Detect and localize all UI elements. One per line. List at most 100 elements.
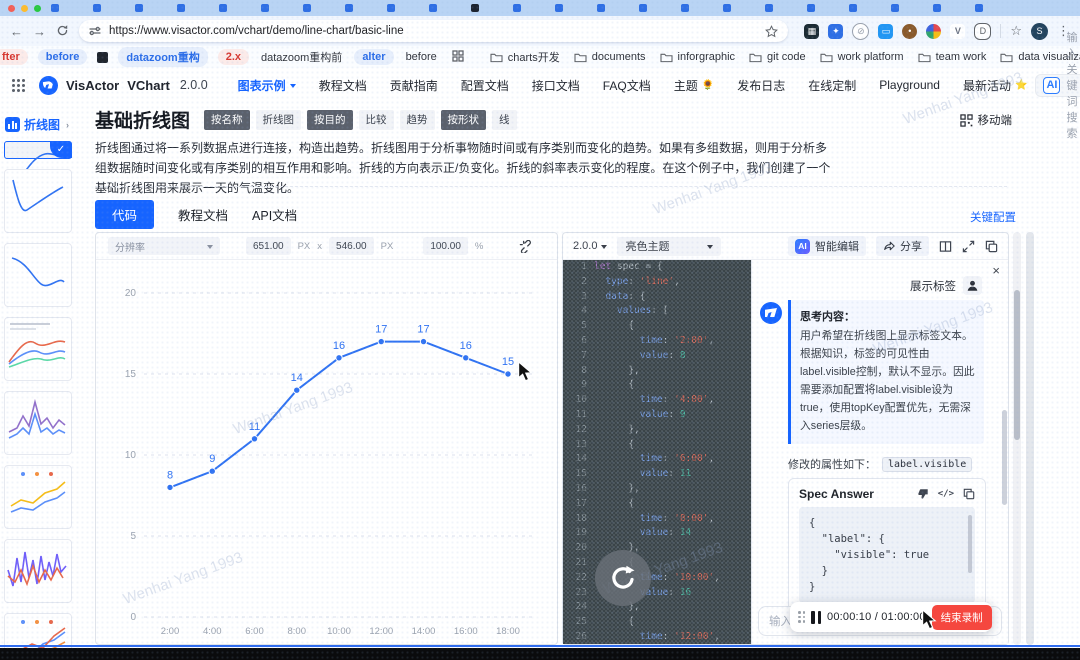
- unlink-icon[interactable]: [519, 239, 532, 253]
- browser-tab-favicon[interactable]: [219, 4, 227, 12]
- browser-tab-favicon[interactable]: [303, 4, 311, 12]
- extension-icon[interactable]: ▦: [804, 23, 820, 39]
- code-scrollbar[interactable]: [968, 515, 972, 573]
- nav-item[interactable]: 贡献指南: [390, 77, 438, 94]
- panel-scrollbar[interactable]: [1002, 300, 1007, 505]
- forward-icon[interactable]: →: [33, 25, 46, 38]
- view-code-icon[interactable]: </>: [938, 489, 954, 499]
- sidebar-category-line-chart[interactable]: 折线图 ›: [0, 102, 88, 141]
- browser-tab-favicon[interactable]: [891, 4, 899, 12]
- chart-thumbnail[interactable]: [4, 317, 72, 381]
- nav-item[interactable]: 在线定制: [808, 77, 856, 94]
- nav-item[interactable]: FAQ文档: [603, 77, 651, 94]
- cookie-extension-icon[interactable]: •: [902, 23, 918, 39]
- tag-value[interactable]: 线: [492, 109, 517, 130]
- chart-thumbnail[interactable]: [4, 391, 72, 455]
- fullscreen-icon[interactable]: [962, 240, 975, 253]
- extension-icon[interactable]: [926, 23, 942, 39]
- browser-tab-favicon[interactable]: [597, 4, 605, 12]
- spec-code-block[interactable]: { "label": { "visible": true } }: [799, 507, 975, 603]
- bookmark-item[interactable]: 2.x: [217, 49, 249, 65]
- favorites-icon[interactable]: ☆: [1010, 23, 1022, 39]
- bookmark-item[interactable]: before: [37, 49, 88, 65]
- extension-icon[interactable]: D: [974, 22, 992, 40]
- ai-edit-button[interactable]: AI 智能编辑: [788, 236, 866, 256]
- product-name[interactable]: VChart: [127, 78, 170, 93]
- profile-avatar[interactable]: S: [1031, 22, 1048, 40]
- browser-tab-favicon[interactable]: [345, 4, 353, 12]
- chart-thumbnail[interactable]: [4, 539, 72, 603]
- bookmark-item[interactable]: datazoom重构: [118, 47, 208, 67]
- width-input[interactable]: 651.00: [246, 237, 291, 255]
- chart-thumbnail[interactable]: [4, 243, 72, 307]
- thumbs-down-icon[interactable]: [917, 488, 929, 500]
- nav-item[interactable]: 配置文档: [461, 77, 509, 94]
- pause-icon[interactable]: [811, 610, 821, 624]
- nav-item[interactable]: 主题 🌻: [674, 77, 714, 94]
- visactor-logo[interactable]: [39, 75, 58, 95]
- copy-icon[interactable]: [985, 240, 998, 253]
- nav-item[interactable]: 图表示例: [238, 77, 296, 94]
- share-button[interactable]: 分享: [876, 236, 929, 256]
- browser-tab-favicon[interactable]: [639, 4, 647, 12]
- bookmark-item[interactable]: datazoom重构前: [259, 47, 344, 67]
- bookmark-folder[interactable]: documents: [574, 51, 646, 63]
- browser-tab-favicon[interactable]: [177, 4, 185, 12]
- bookmark-folder[interactable]: team work: [918, 51, 986, 63]
- browser-tab-favicon[interactable]: [261, 4, 269, 12]
- chart-canvas[interactable]: 0 5 10 15 20 2:00 4:00 6:00 8:00 10:00 12:00 14:00 1…: [96, 260, 651, 644]
- chart-thumbnail[interactable]: [4, 169, 72, 233]
- browser-tab-favicon[interactable]: [849, 4, 857, 12]
- resolution-select[interactable]: 分辨率: [108, 237, 220, 255]
- browser-tab-favicon[interactable]: [513, 4, 521, 12]
- zoom-input[interactable]: 100.00: [423, 237, 468, 255]
- url-text[interactable]: https://www.visactor.com/vchart/demo/lin…: [109, 25, 757, 37]
- height-input[interactable]: 546.00: [329, 237, 374, 255]
- reload-icon[interactable]: [56, 24, 69, 39]
- nav-item[interactable]: 教程文档: [319, 77, 367, 94]
- apps-grid-icon[interactable]: [452, 49, 464, 65]
- extension-icon[interactable]: ✦: [828, 23, 844, 39]
- browser-tab-favicon[interactable]: [555, 4, 563, 12]
- tab-tutorial[interactable]: 教程文档: [178, 200, 228, 229]
- theme-select[interactable]: 亮色主题: [617, 236, 722, 256]
- browser-tab-favicon[interactable]: [723, 4, 731, 12]
- back-icon[interactable]: ←: [10, 25, 23, 38]
- drag-handle-icon[interactable]: [798, 611, 805, 623]
- browser-tab-favicon[interactable]: [765, 4, 773, 12]
- chart-thumbnail[interactable]: [4, 613, 72, 648]
- close-window-button[interactable]: [8, 4, 15, 12]
- tag-value[interactable]: 折线图: [255, 109, 302, 130]
- stop-recording-button[interactable]: 结束录制: [931, 604, 992, 630]
- minimize-window-button[interactable]: [21, 4, 28, 12]
- browser-tab-favicon[interactable]: [93, 4, 101, 12]
- site-info-icon[interactable]: [89, 25, 101, 37]
- chart-thumbnail-selected[interactable]: ✓: [4, 141, 72, 185]
- bookmark-folder[interactable]: git code: [749, 51, 806, 63]
- bookmark-item[interactable]: fter: [0, 49, 28, 65]
- version-select[interactable]: 2.0.0: [573, 240, 608, 252]
- nav-item[interactable]: 发布日志: [737, 77, 785, 94]
- address-bar[interactable]: https://www.visactor.com/vchart/demo/lin…: [79, 20, 789, 42]
- bookmark-folder[interactable]: charts开发: [490, 49, 560, 65]
- refresh-overlay-button[interactable]: [595, 550, 651, 606]
- browser-tab-favicon[interactable]: [135, 4, 143, 12]
- page-scrollbar-outer[interactable]: [1026, 232, 1034, 645]
- copy-icon[interactable]: [963, 488, 975, 500]
- code-editor[interactable]: 1 let spec = {2 type: 'line', 3 data: {4 v…: [563, 260, 751, 644]
- apps-waffle-icon[interactable]: [12, 78, 25, 92]
- tag-value[interactable]: 比较: [358, 109, 394, 130]
- browser-tab-favicon[interactable]: [933, 4, 941, 12]
- browser-tab-favicon[interactable]: [807, 4, 815, 12]
- extension-icon[interactable]: ▭: [878, 23, 894, 39]
- mobile-qr-button[interactable]: 移动端: [959, 112, 1012, 128]
- browser-tab-favicon[interactable]: [471, 4, 479, 12]
- chart-thumbnail[interactable]: [4, 465, 72, 529]
- browser-tab-favicon[interactable]: [681, 4, 689, 12]
- bookmark-star-icon[interactable]: [765, 24, 779, 38]
- nav-item[interactable]: 接口文档: [532, 77, 580, 94]
- bookmark-item[interactable]: before: [404, 49, 439, 65]
- bookmark-favicon[interactable]: [97, 51, 109, 63]
- bookmark-folder[interactable]: work platform: [820, 51, 904, 63]
- page-scrollbar[interactable]: [1013, 232, 1021, 645]
